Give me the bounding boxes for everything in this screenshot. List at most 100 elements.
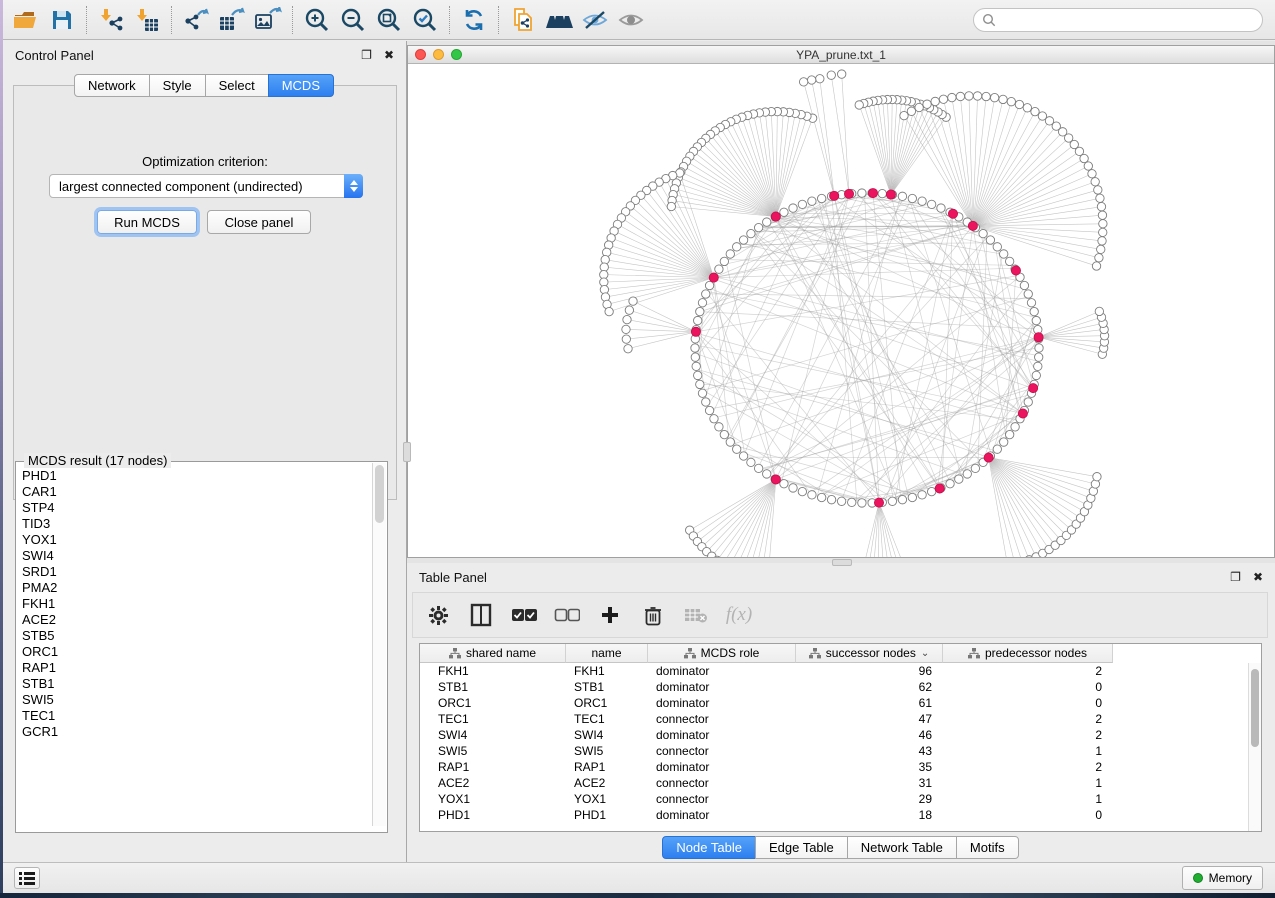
tab-mcds[interactable]: MCDS — [268, 74, 334, 97]
table-tab-network-table[interactable]: Network Table — [847, 836, 957, 859]
table-cell[interactable]: 31 — [796, 775, 943, 791]
table-cell[interactable]: dominator — [648, 727, 796, 743]
table-cell[interactable]: ORC1 — [566, 695, 648, 711]
column-header-name[interactable]: name — [566, 644, 648, 663]
horizontal-splitter-grip[interactable] — [832, 559, 852, 566]
table-cell[interactable]: ACE2 — [566, 775, 648, 791]
table-cell[interactable]: SWI5 — [420, 743, 566, 759]
table-cell[interactable]: connector — [648, 775, 796, 791]
table-cell[interactable]: 0 — [943, 679, 1113, 695]
table-cell[interactable]: dominator — [648, 663, 796, 679]
network-canvas[interactable] — [408, 64, 1274, 557]
table-cell[interactable]: YOX1 — [566, 791, 648, 807]
table-cell[interactable]: PHD1 — [566, 807, 648, 823]
memory-button[interactable]: Memory — [1182, 866, 1263, 890]
vertical-splitter-grip[interactable] — [403, 442, 411, 462]
column-header-successor-nodes[interactable]: successor nodes⌄ — [796, 644, 943, 663]
zoom-fit-icon[interactable] — [371, 4, 407, 36]
zoom-selected-icon[interactable] — [407, 4, 443, 36]
table-cell[interactable]: FKH1 — [420, 663, 566, 679]
table-cell[interactable]: dominator — [648, 679, 796, 695]
table-cell[interactable]: 1 — [943, 775, 1113, 791]
mcds-list-scrollbar[interactable] — [372, 463, 386, 826]
deselect-all-icon[interactable] — [554, 602, 580, 628]
float-panel-icon[interactable]: ❐ — [361, 48, 372, 62]
table-cell[interactable]: SWI4 — [566, 727, 648, 743]
table-cell[interactable]: TEC1 — [420, 711, 566, 727]
mcds-node-item[interactable]: PMA2 — [17, 580, 372, 596]
table-row[interactable]: YOX1YOX1connector291 — [420, 791, 1261, 807]
mcds-node-item[interactable]: SWI5 — [17, 692, 372, 708]
table-row[interactable]: STB1STB1dominator620 — [420, 679, 1261, 695]
table-row[interactable]: RAP1RAP1dominator352 — [420, 759, 1261, 775]
table-cell[interactable]: STB1 — [566, 679, 648, 695]
table-cell[interactable]: connector — [648, 791, 796, 807]
mcds-node-item[interactable]: CAR1 — [17, 484, 372, 500]
import-network-icon[interactable] — [93, 4, 129, 36]
table-cell[interactable]: 47 — [796, 711, 943, 727]
table-cell[interactable]: RAP1 — [420, 759, 566, 775]
network-view-titlebar[interactable]: YPA_prune.txt_1 — [408, 46, 1274, 64]
table-cell[interactable]: 61 — [796, 695, 943, 711]
table-cell[interactable]: 43 — [796, 743, 943, 759]
table-cell[interactable]: 1 — [943, 791, 1113, 807]
export-image-icon[interactable] — [250, 4, 286, 36]
add-row-icon[interactable] — [597, 602, 623, 628]
mcds-node-item[interactable]: PHD1 — [17, 468, 372, 484]
optimization-criterion-select[interactable]: largest connected component (undirected) — [49, 174, 363, 198]
table-cell[interactable]: SWI4 — [420, 727, 566, 743]
mcds-node-item[interactable]: TEC1 — [17, 708, 372, 724]
mcds-node-item[interactable]: STP4 — [17, 500, 372, 516]
float-table-panel-icon[interactable]: ❐ — [1230, 570, 1241, 584]
column-header-shared-name[interactable]: shared name — [420, 644, 566, 663]
run-mcds-button[interactable]: Run MCDS — [97, 210, 197, 234]
settings-gear-icon[interactable] — [425, 602, 451, 628]
table-row[interactable]: TEC1TEC1connector472 — [420, 711, 1261, 727]
export-network-icon[interactable] — [178, 4, 214, 36]
table-cell[interactable]: ACE2 — [420, 775, 566, 791]
table-row[interactable]: SWI5SWI5connector431 — [420, 743, 1261, 759]
zoom-in-icon[interactable] — [299, 4, 335, 36]
table-cell[interactable]: connector — [648, 711, 796, 727]
table-cell[interactable]: connector — [648, 743, 796, 759]
table-tab-edge-table[interactable]: Edge Table — [755, 836, 848, 859]
table-scrollbar[interactable] — [1248, 663, 1261, 831]
table-cell[interactable]: 2 — [943, 759, 1113, 775]
table-cell[interactable]: TEC1 — [566, 711, 648, 727]
table-cell[interactable]: RAP1 — [566, 759, 648, 775]
save-session-icon[interactable] — [44, 4, 80, 36]
mcds-node-item[interactable]: FKH1 — [17, 596, 372, 612]
search-input[interactable] — [1001, 13, 1241, 27]
mcds-node-item[interactable]: SRD1 — [17, 564, 372, 580]
table-cell[interactable]: 35 — [796, 759, 943, 775]
column-layout-icon[interactable] — [468, 602, 494, 628]
table-cell[interactable]: 2 — [943, 663, 1113, 679]
mcds-node-item[interactable]: GCR1 — [17, 724, 372, 740]
mcds-node-item[interactable]: YOX1 — [17, 532, 372, 548]
mcds-node-item[interactable]: ORC1 — [17, 644, 372, 660]
table-cell[interactable]: dominator — [648, 807, 796, 823]
table-cell[interactable]: 96 — [796, 663, 943, 679]
table-cell[interactable]: 46 — [796, 727, 943, 743]
table-cell[interactable]: STB1 — [420, 679, 566, 695]
table-cell[interactable]: YOX1 — [420, 791, 566, 807]
mcds-node-item[interactable]: TID3 — [17, 516, 372, 532]
mcds-node-item[interactable]: RAP1 — [17, 660, 372, 676]
column-header-MCDS-role[interactable]: MCDS role — [648, 644, 796, 663]
show-all-icon[interactable] — [613, 4, 649, 36]
copy-network-icon[interactable] — [505, 4, 541, 36]
table-row[interactable]: ORC1ORC1dominator610 — [420, 695, 1261, 711]
table-cell[interactable]: SWI5 — [566, 743, 648, 759]
delete-row-icon[interactable] — [640, 602, 666, 628]
table-row[interactable]: SWI4SWI4dominator462 — [420, 727, 1261, 743]
column-header-predecessor-nodes[interactable]: predecessor nodes — [943, 644, 1113, 663]
mcds-node-item[interactable]: ACE2 — [17, 612, 372, 628]
mcds-node-item[interactable]: STB1 — [17, 676, 372, 692]
tab-style[interactable]: Style — [149, 74, 206, 97]
table-tab-node-table[interactable]: Node Table — [662, 836, 756, 859]
task-history-button[interactable] — [14, 867, 40, 889]
table-cell[interactable]: 18 — [796, 807, 943, 823]
table-cell[interactable]: 1 — [943, 743, 1113, 759]
table-tab-motifs[interactable]: Motifs — [956, 836, 1019, 859]
table-cell[interactable]: 29 — [796, 791, 943, 807]
